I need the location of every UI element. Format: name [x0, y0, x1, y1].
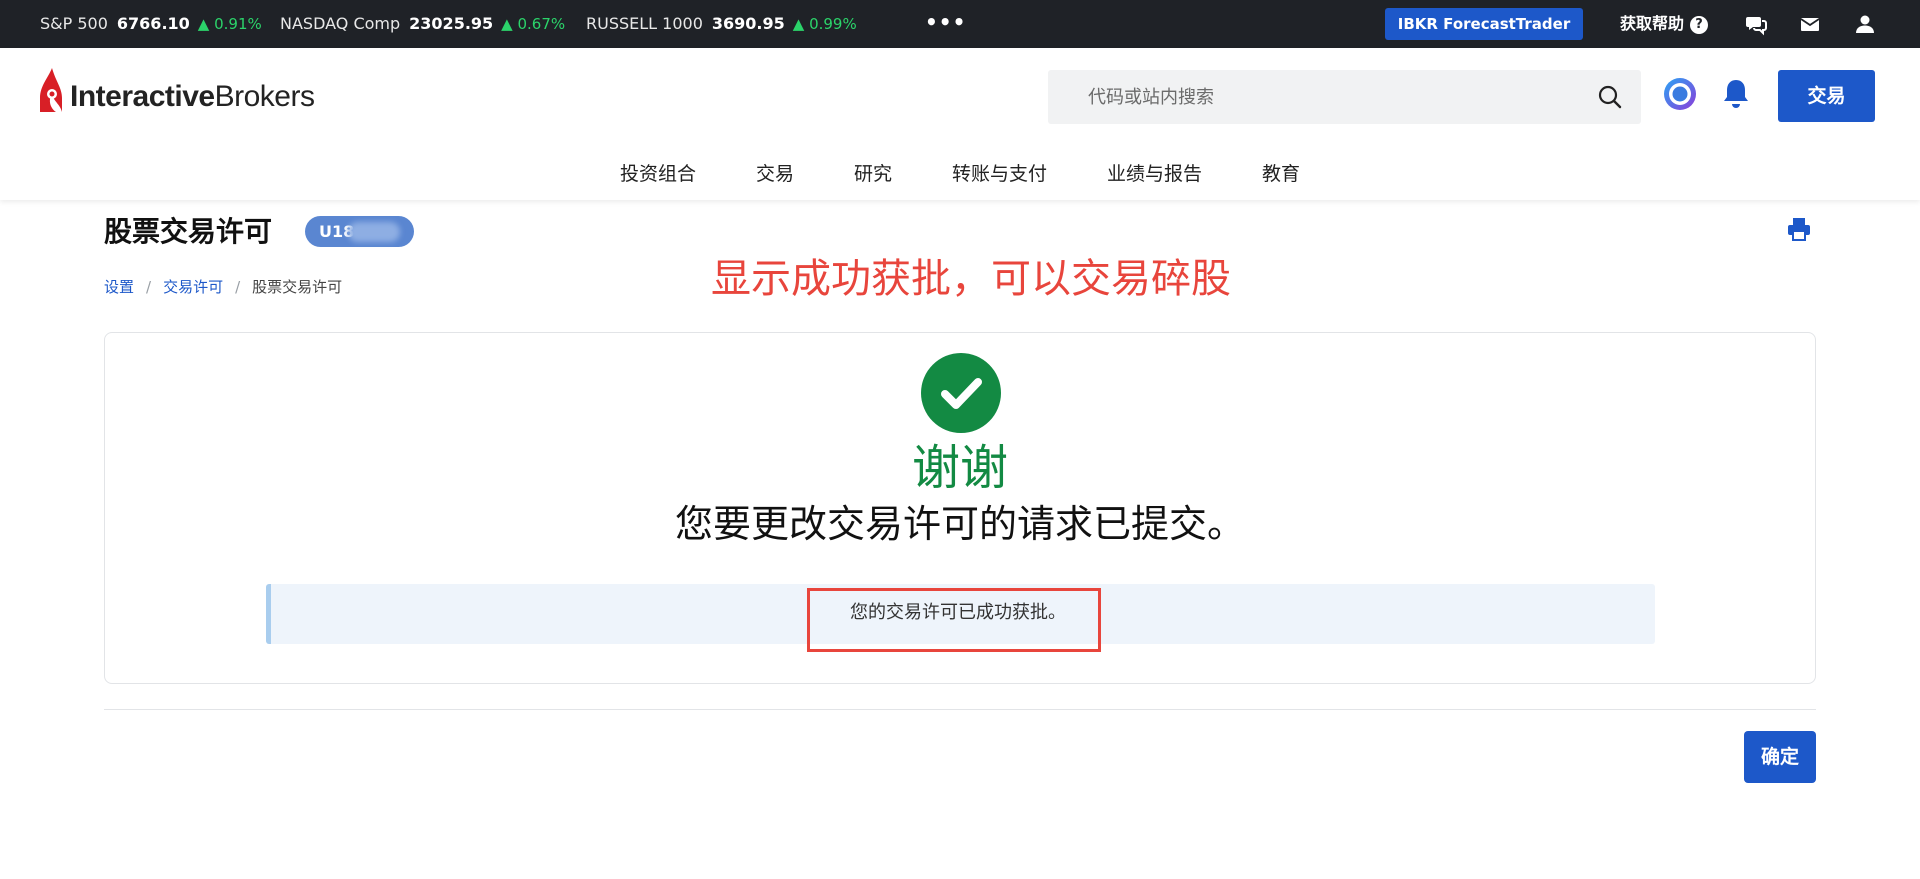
- breadcrumb-trading-permissions[interactable]: 交易许可: [163, 278, 223, 296]
- ibot-assistant-icon[interactable]: [1662, 76, 1698, 112]
- page-title: 股票交易许可: [104, 215, 273, 248]
- forecasttrader-button[interactable]: IBKR ForecastTrader: [1385, 8, 1583, 40]
- trade-button[interactable]: 交易: [1778, 70, 1875, 122]
- ticker-nasdaq[interactable]: NASDAQ Comp 23025.95 ▲ 0.67%: [280, 0, 565, 48]
- ticker-sp500[interactable]: S&P 500 6766.10 ▲ 0.91%: [40, 0, 262, 48]
- get-help-button[interactable]: 获取帮助?: [1620, 0, 1709, 48]
- ticker-bar: S&P 500 6766.10 ▲ 0.91% NASDAQ Comp 23025.9…: [0, 0, 1920, 48]
- nav-item-transfer[interactable]: 转账与支付: [952, 156, 1047, 192]
- logo-light: Brokers: [214, 80, 315, 113]
- ticker-change: ▲ 0.67%: [501, 15, 566, 33]
- ib-flame-icon: [40, 68, 62, 112]
- main-nav: 投资组合 交易 研究 转账与支付 业绩与报告 教育: [0, 156, 1920, 192]
- mail-icon[interactable]: [1798, 12, 1822, 36]
- breadcrumb-settings[interactable]: 设置: [104, 278, 134, 296]
- ticker-value: 6766.10: [116, 14, 190, 33]
- ticker-name: S&P 500: [40, 14, 108, 33]
- ticker-name: NASDAQ Comp: [280, 14, 401, 33]
- user-icon[interactable]: [1853, 12, 1877, 36]
- nav-item-education[interactable]: 教育: [1262, 156, 1300, 192]
- ticker-change: ▲ 0.99%: [792, 15, 857, 33]
- more-tickers-button[interactable]: •••: [925, 0, 966, 48]
- submitted-message: 您要更改交易许可的请求已提交。: [674, 502, 1245, 546]
- ib-logo-text: InteractiveBrokers: [70, 80, 315, 114]
- chat-icon[interactable]: [1744, 12, 1768, 36]
- print-icon[interactable]: [1786, 216, 1812, 242]
- ticker-value: 23025.95: [409, 14, 494, 33]
- bell-icon[interactable]: [1718, 76, 1754, 112]
- nav-item-portfolio[interactable]: 投资组合: [620, 156, 696, 192]
- annotation-text: 显示成功获批，可以交易碎股: [711, 256, 1231, 302]
- ok-button[interactable]: 确定: [1744, 731, 1816, 783]
- confirmation-card: 谢谢 您要更改交易许可的请求已提交。 您的交易许可已成功获批。: [104, 332, 1816, 684]
- search-icon[interactable]: [1597, 84, 1623, 110]
- ticker-value: 3690.95: [711, 14, 785, 33]
- thanks-heading: 谢谢: [911, 440, 1008, 496]
- get-help-label: 获取帮助: [1620, 14, 1685, 33]
- nav-item-trade[interactable]: 交易: [756, 156, 794, 192]
- ticker-name: RUSSELL 1000: [586, 14, 703, 33]
- annotation-highlight-box: [807, 588, 1101, 652]
- divider: [104, 709, 1816, 710]
- ticker-change: ▲ 0.91%: [197, 15, 262, 33]
- breadcrumb-current: 股票交易许可: [252, 278, 343, 296]
- breadcrumb-separator: /: [146, 278, 152, 296]
- account-badge: U18: [305, 216, 414, 247]
- nav-item-research[interactable]: 研究: [854, 156, 892, 192]
- search-box: [1048, 70, 1641, 124]
- breadcrumb-separator: /: [235, 278, 241, 296]
- nav-item-performance[interactable]: 业绩与报告: [1107, 156, 1202, 192]
- question-icon: ?: [1690, 16, 1709, 34]
- success-check-icon: [921, 353, 1001, 433]
- search-input[interactable]: [1048, 70, 1588, 124]
- logo-bold: Interactive: [70, 80, 215, 113]
- breadcrumb: 设置 / 交易许可 / 股票交易许可: [104, 276, 342, 297]
- site-header: InteractiveBrokers 交易 投资组合 交易 研究 转账与支付 业…: [0, 48, 1920, 200]
- ticker-russell[interactable]: RUSSELL 1000 3690.95 ▲ 0.99%: [586, 0, 857, 48]
- account-redaction: [348, 222, 400, 242]
